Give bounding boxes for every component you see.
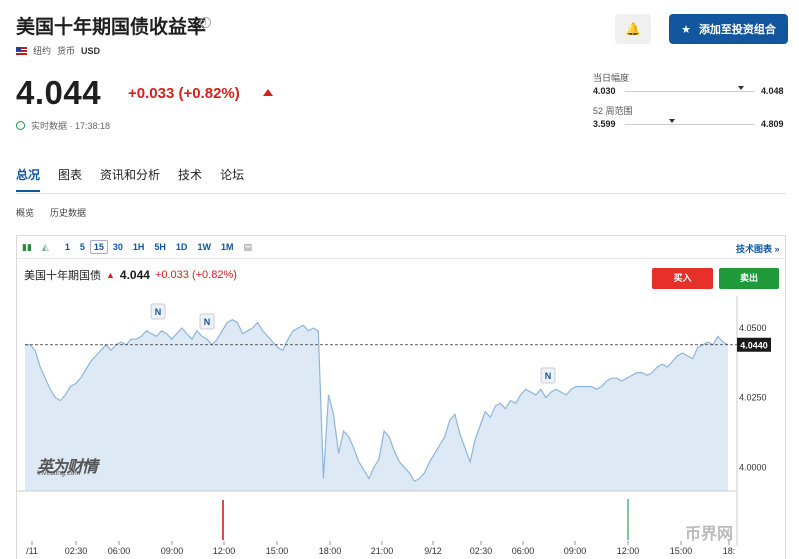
up-arrow-icon — [263, 89, 273, 96]
coin-watermark: 币界网 — [685, 526, 734, 543]
price-chart[interactable]: 4.0440 4.0500 4.0250 4.0000 N N N/11 02:30 06:00… — [17, 296, 785, 559]
volume-bar — [222, 500, 224, 540]
add-to-portfolio-label: 添加至投资组合 — [698, 24, 776, 36]
x-tick-label: 18: — [723, 546, 736, 556]
tab-news[interactable]: 资讯和分析 — [100, 166, 160, 183]
table-view-icon[interactable]: ▤ — [238, 242, 257, 253]
day-range-label: 当日幅度 — [593, 73, 630, 83]
realtime-status: 实时数据 · 17:38:18 — [16, 119, 110, 132]
interval-30[interactable]: 30 — [108, 242, 128, 252]
alert-button[interactable]: 🔔 — [615, 14, 651, 44]
x-tick-label: 02:30 — [470, 546, 493, 556]
day-range-track — [625, 91, 755, 92]
x-tick-label: /11 — [26, 546, 38, 556]
news-marker-label: N — [545, 371, 552, 381]
chart-legend: 美国十年期国债 ▲ 4.044 +0.033 (+0.82%) — [24, 267, 237, 283]
price-area — [25, 319, 728, 491]
x-tick-label: 06:00 — [512, 546, 535, 556]
week52-range-track — [625, 124, 755, 125]
x-tick-label: 21:00 — [371, 546, 394, 556]
x-tick-label: 18:00 — [319, 546, 342, 556]
investing-logo-sub: Investing.com — [37, 470, 81, 477]
week52-range-marker — [668, 119, 675, 123]
technical-chart-link[interactable]: 技术图表 » — [736, 242, 780, 255]
day-range-high: 4.048 — [761, 86, 784, 96]
news-marker-label: N — [204, 317, 211, 327]
star-icon: ★ — [681, 23, 691, 36]
legend-price: 4.044 — [119, 268, 150, 282]
tab-overview[interactable]: 总况 — [16, 166, 40, 183]
y-tick-label: 4.0000 — [739, 462, 767, 472]
sell-button[interactable]: 卖出 — [719, 268, 779, 289]
interval-1w[interactable]: 1W — [192, 242, 216, 252]
x-tick-label: 12:00 — [617, 546, 640, 556]
news-marker-label: N — [155, 307, 162, 317]
week52-range-label: 52 周范围 — [593, 106, 633, 116]
legend-change: +0.033 (+0.82%) — [154, 269, 237, 281]
main-tabs: 总况 图表 资讯和分析 技术 论坛 — [16, 166, 244, 183]
interval-1m[interactable]: 1M — [216, 242, 239, 252]
active-tab-indicator — [16, 190, 40, 192]
page-title: 美国十年期国债收益率 — [16, 17, 207, 38]
legend-up-icon: ▲ — [106, 270, 115, 280]
realtime-text: 实时数据 · 17:38:18 — [31, 121, 111, 131]
week52-range-low: 3.599 — [593, 119, 616, 129]
interval-1h[interactable]: 1H — [128, 242, 150, 252]
tab-technical[interactable]: 技术 — [178, 166, 202, 183]
interval-5h[interactable]: 5H — [149, 242, 171, 252]
x-tick-label: 9/12 — [424, 546, 442, 556]
price-change: +0.033 (+0.82%) — [128, 85, 240, 102]
interval-1[interactable]: 1 — [60, 242, 75, 252]
instrument-meta: 纽约 货币 USD — [16, 44, 100, 57]
interval-15[interactable]: 15 — [89, 240, 108, 254]
last-price: 4.044 — [16, 74, 102, 111]
week52-range-high: 4.809 — [761, 119, 784, 129]
tabs-divider — [16, 193, 786, 194]
currency-value: USD — [81, 45, 101, 56]
area-chart-icon[interactable]: ◭ — [37, 242, 54, 253]
buy-button[interactable]: 买入 — [652, 268, 713, 289]
add-to-portfolio-button[interactable]: ★ 添加至投资组合 — [669, 14, 788, 44]
interval-1d[interactable]: 1D — [171, 242, 193, 252]
candlestick-icon[interactable]: ▮▮ — [17, 242, 37, 253]
info-icon[interactable]: i — [200, 17, 211, 28]
x-tick-label: 02:30 — [65, 546, 88, 556]
chart-toolbar: ▮▮ ◭ 1 5 15 30 1H 5H 1D 1W 1M ▤ — [17, 236, 785, 259]
day-range-low: 4.030 — [593, 86, 616, 96]
tab-chart[interactable]: 图表 — [58, 166, 82, 183]
x-tick-label: 09:00 — [564, 546, 587, 556]
interval-5[interactable]: 5 — [75, 242, 90, 252]
current-price-label: 4.0440 — [740, 340, 768, 350]
currency-label: 货币 — [57, 46, 76, 56]
day-range-marker — [737, 86, 744, 90]
x-tick-label: 12:00 — [213, 546, 236, 556]
y-tick-label: 4.0500 — [739, 323, 767, 333]
us-flag-icon — [16, 46, 27, 55]
x-tick-label: 15:00 — [670, 546, 693, 556]
x-tick-label: 15:00 — [266, 546, 289, 556]
clock-icon — [16, 121, 25, 130]
exchange-label: 纽约 — [33, 46, 52, 56]
subtab-overview[interactable]: 概览 — [16, 206, 34, 219]
subtab-history[interactable]: 历史数据 — [50, 206, 86, 219]
y-tick-label: 4.0250 — [739, 393, 767, 403]
x-tick-label: 06:00 — [108, 546, 131, 556]
bell-plus-icon: 🔔 — [625, 22, 641, 36]
volume-bar — [627, 499, 629, 540]
tab-forum[interactable]: 论坛 — [220, 166, 244, 183]
sub-tabs: 概览 历史数据 — [16, 206, 86, 219]
x-tick-label: 09:00 — [161, 546, 184, 556]
legend-name: 美国十年期国债 — [24, 270, 101, 282]
